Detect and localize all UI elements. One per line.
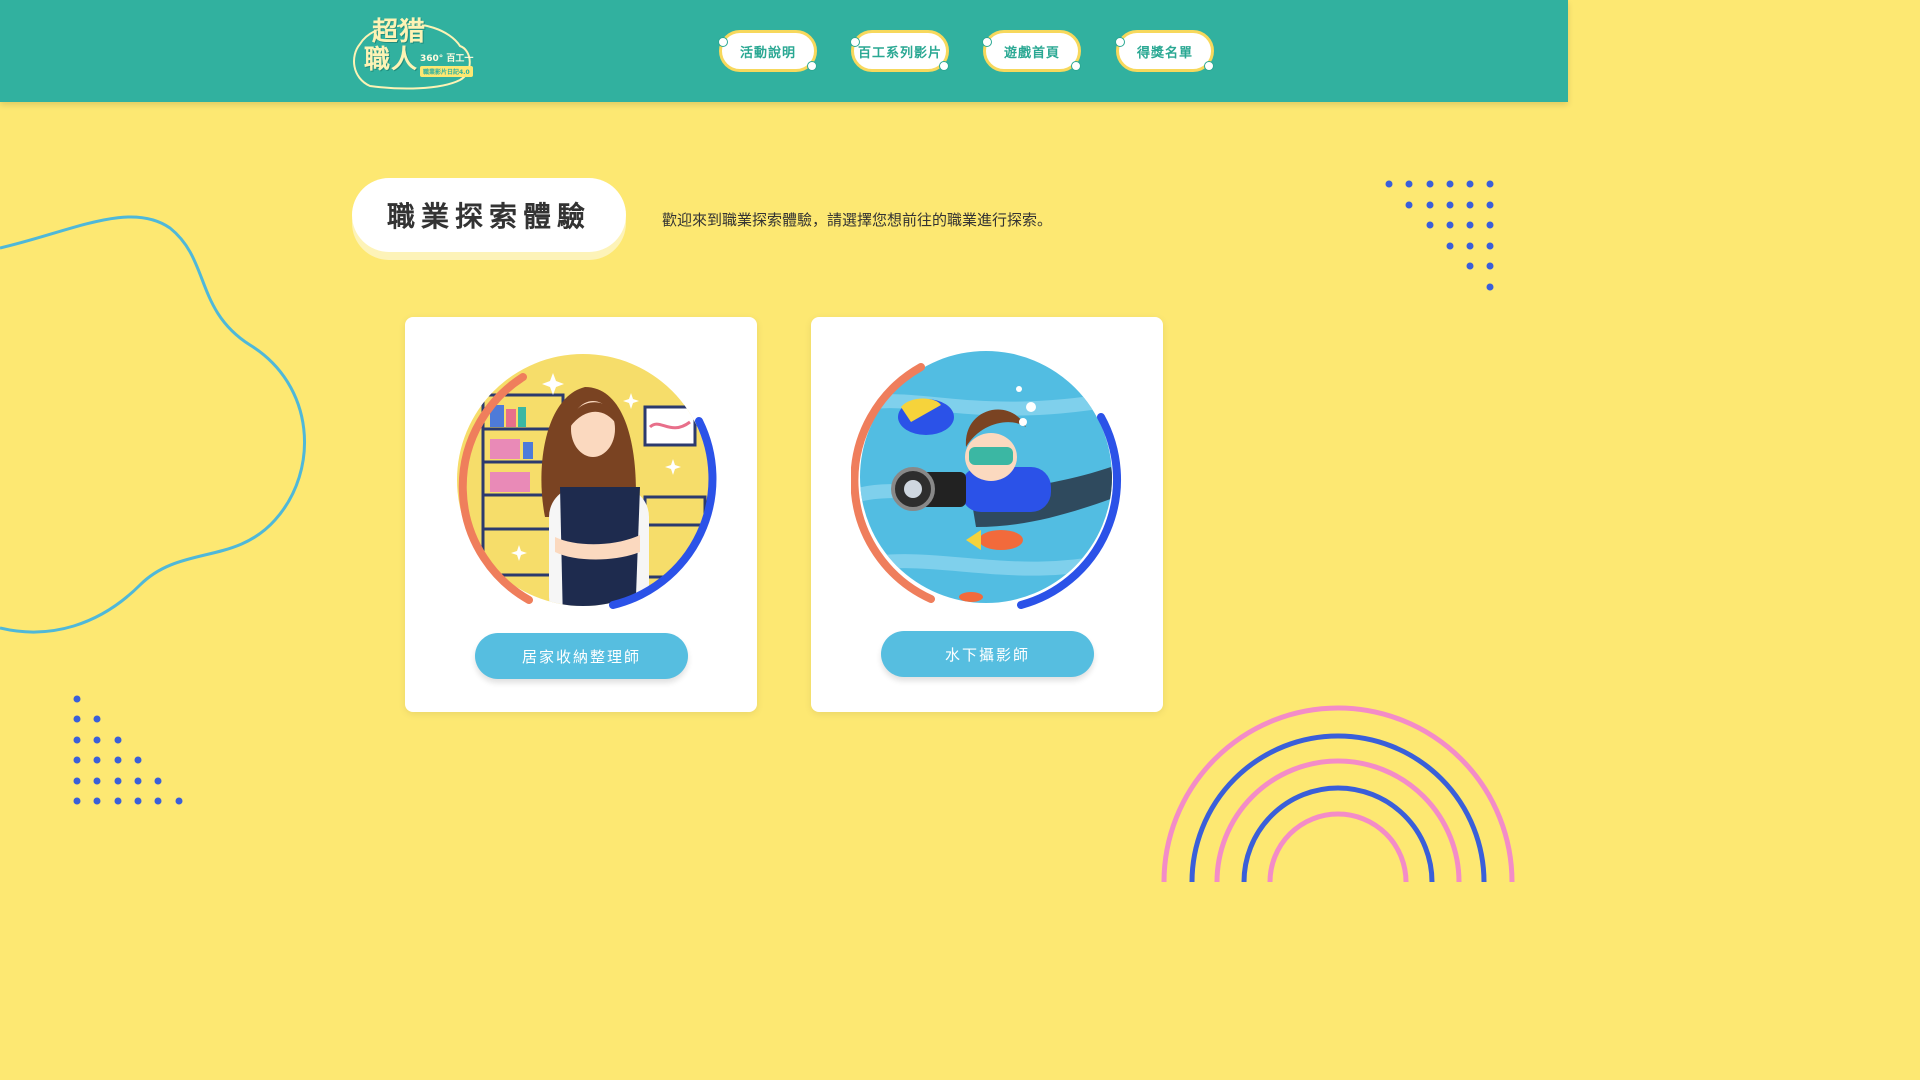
bubble-icon (718, 37, 728, 47)
site-logo[interactable]: 超猎 職人 360° 百工一日 職業影片日記4.0 (350, 16, 480, 90)
logo-title-line2: 職人 (364, 45, 419, 75)
logo-tag: 職業影片日記4.0 (420, 66, 473, 77)
rainbow-decoration (1161, 705, 1515, 882)
career-card-underwater-photographer[interactable]: 水下攝影師 (811, 317, 1163, 712)
bubble-icon (982, 37, 992, 47)
career-card-home-organizer[interactable]: 居家收納整理師 (405, 317, 757, 712)
dot-pattern-top-right (1385, 180, 1494, 291)
bubble-icon (1115, 37, 1125, 47)
page-title: 職業探索體驗 (386, 200, 591, 233)
background-decorations (0, 180, 1515, 882)
nav-label: 得獎名單 (1136, 45, 1193, 61)
bubble-icon (939, 61, 949, 71)
nav-label: 活動說明 (739, 45, 796, 61)
bubble-icon (1204, 61, 1214, 71)
nav-label: 遊戲首頁 (1003, 45, 1060, 61)
career-button-underwater-photographer[interactable]: 水下攝影師 (881, 631, 1094, 677)
dot-pattern-bottom-left (73, 695, 183, 805)
intro-text: 歡迎來到職業探索體驗，請選擇您想前往的職業進行探索。 (662, 211, 1053, 229)
logo-title-line1: 超猎 (372, 17, 427, 47)
career-button-home-organizer[interactable]: 居家收納整理師 (475, 633, 688, 679)
site-header: 超猎 職人 360° 百工一日 職業影片日記4.0 活動說明 百工系列影片 遊戲… (0, 0, 1568, 102)
home-organizer-illustration[interactable] (445, 347, 721, 623)
nav-label: 百工系列影片 (857, 45, 942, 61)
nav-game-home-button[interactable]: 遊戲首頁 (982, 30, 1081, 72)
bubble-icon (850, 37, 860, 47)
section-heading-pill: 職業探索體驗 (352, 178, 626, 252)
bubble-icon (807, 61, 817, 71)
nav-video-series-button[interactable]: 百工系列影片 (850, 30, 949, 72)
bubble-icon (1071, 61, 1081, 71)
nav-activity-info-button[interactable]: 活動說明 (718, 30, 817, 72)
nav-winners-list-button[interactable]: 得獎名單 (1115, 30, 1214, 72)
underwater-photographer-illustration[interactable] (851, 347, 1127, 623)
wavy-line-decoration (0, 215, 307, 634)
